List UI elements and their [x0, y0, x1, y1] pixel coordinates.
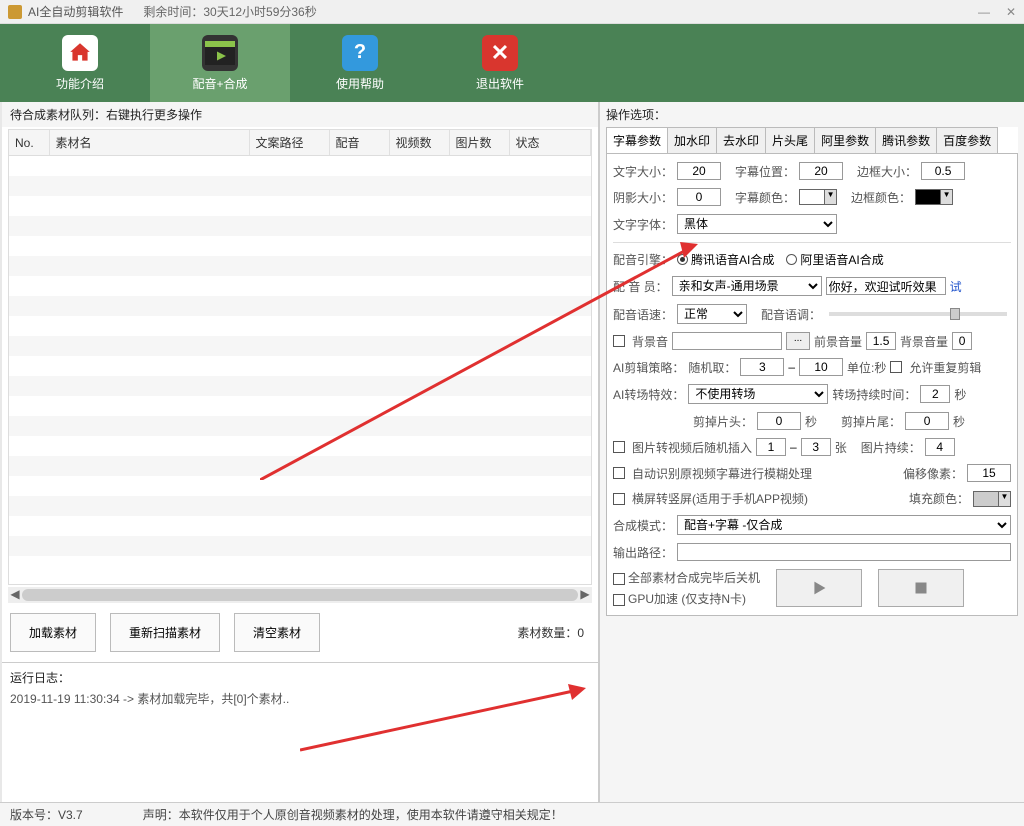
- titlebar: AI全自动剪辑软件 剩余时间：30天12小时59分36秒 — ✕: [0, 0, 1024, 24]
- stop-icon: [910, 577, 932, 599]
- transition-select[interactable]: 不使用转场: [688, 384, 828, 404]
- statusbar: 版本号：V3.7 声明：本软件仅用于个人原创音视频素材的处理，使用本软件请遵守相…: [0, 802, 1024, 826]
- speed-select[interactable]: 正常: [677, 304, 747, 324]
- scroll-left-icon[interactable]: ◀: [8, 587, 22, 603]
- col-status[interactable]: 状态: [509, 130, 591, 156]
- engine-tencent-radio[interactable]: 腾讯语音AI合成: [677, 251, 774, 268]
- right-pane: 操作选项： 字幕参数 加水印 去水印 片头尾 阿里参数 腾讯参数 百度参数 文字…: [600, 102, 1024, 802]
- font-size-input[interactable]: [677, 162, 721, 180]
- scroll-right-icon[interactable]: ▶: [578, 587, 592, 603]
- offset-input[interactable]: [967, 464, 1011, 482]
- shutdown-checkbox[interactable]: [613, 573, 625, 585]
- img-max-input[interactable]: [801, 438, 831, 456]
- toolbar: 功能介绍 配音+合成 ? 使用帮助 ✕ 退出软件: [0, 24, 1024, 102]
- col-path[interactable]: 文案路径: [249, 130, 329, 156]
- shadow-size-input[interactable]: [677, 188, 721, 206]
- img-dur-input[interactable]: [925, 438, 955, 456]
- trim-tail-input[interactable]: [905, 412, 949, 430]
- minimize-icon[interactable]: —: [978, 5, 990, 19]
- tone-slider[interactable]: [829, 312, 1007, 316]
- help-icon: ?: [342, 35, 378, 71]
- engine-ali-radio[interactable]: 阿里语音AI合成: [786, 251, 883, 268]
- voice-select[interactable]: 亲和女声-通用场景: [672, 276, 822, 296]
- col-name[interactable]: 素材名: [49, 130, 249, 156]
- font-select[interactable]: 黑体: [677, 214, 837, 234]
- allow-dup-checkbox[interactable]: [890, 361, 902, 373]
- app-title: AI全自动剪辑软件: [28, 3, 123, 20]
- img-min-input[interactable]: [756, 438, 786, 456]
- version-label: 版本号：V3.7: [10, 806, 83, 823]
- subtitle-panel: 文字大小： 字幕位置： 边框大小： 阴影大小： 字幕颜色： ▼ 边框颜色： ▼ …: [606, 154, 1018, 616]
- tab-subtitle[interactable]: 字幕参数: [606, 127, 668, 153]
- log-line: 2019-11-19 11:30:34 -> 素材加载完毕，共[0]个素材..: [10, 690, 590, 707]
- toolbar-help-button[interactable]: ? 使用帮助: [290, 24, 430, 102]
- play-button[interactable]: [776, 569, 862, 607]
- clear-material-button[interactable]: 清空素材: [234, 613, 320, 652]
- disclaimer-label: 声明：本软件仅用于个人原创音视频素材的处理，使用本软件请遵守相关规定！: [143, 806, 563, 823]
- stop-button[interactable]: [878, 569, 964, 607]
- material-table[interactable]: No. 素材名 文案路径 配音 视频数 图片数 状态: [8, 129, 592, 585]
- bgm-browse-button[interactable]: ...: [786, 332, 810, 350]
- tab-ali[interactable]: 阿里参数: [814, 127, 876, 153]
- rescan-material-button[interactable]: 重新扫描素材: [110, 613, 220, 652]
- exit-icon: ✕: [482, 35, 518, 71]
- app-icon: [8, 5, 22, 19]
- scroll-thumb[interactable]: [22, 589, 578, 601]
- home-icon: [62, 35, 98, 71]
- tab-add-watermark[interactable]: 加水印: [667, 127, 717, 153]
- tab-baidu[interactable]: 百度参数: [936, 127, 998, 153]
- auto-blur-checkbox[interactable]: [613, 467, 625, 479]
- gpu-checkbox[interactable]: [613, 594, 625, 606]
- tab-remove-watermark[interactable]: 去水印: [716, 127, 766, 153]
- bgm-path-input[interactable]: [672, 332, 782, 350]
- load-material-button[interactable]: 加载素材: [10, 613, 96, 652]
- horizontal-scrollbar[interactable]: ◀ ▶: [8, 587, 592, 603]
- toolbar-intro-button[interactable]: 功能介绍: [10, 24, 150, 102]
- ops-title: 操作选项：: [606, 106, 1018, 123]
- col-pcount[interactable]: 图片数: [449, 130, 509, 156]
- subtitle-pos-input[interactable]: [799, 162, 843, 180]
- log-title: 运行日志：: [10, 669, 590, 686]
- material-count-label: 素材数量：0: [517, 624, 590, 641]
- toolbar-exit-button[interactable]: ✕ 退出软件: [430, 24, 570, 102]
- fill-color-picker[interactable]: ▼: [973, 491, 1011, 507]
- subtitle-color-picker[interactable]: ▼: [799, 189, 837, 205]
- rand-max-input[interactable]: [799, 358, 843, 376]
- border-size-input[interactable]: [921, 162, 965, 180]
- bgm-checkbox[interactable]: [613, 335, 625, 347]
- play-icon: [808, 577, 830, 599]
- compose-mode-select[interactable]: 配音+字幕 -仅合成: [677, 515, 1011, 535]
- bg-volume-input[interactable]: [952, 332, 972, 350]
- tabs: 字幕参数 加水印 去水印 片头尾 阿里参数 腾讯参数 百度参数: [606, 127, 1018, 154]
- close-icon[interactable]: ✕: [1006, 5, 1016, 19]
- toolbar-compose-button[interactable]: 配音+合成: [150, 24, 290, 102]
- col-vcount[interactable]: 视频数: [389, 130, 449, 156]
- trim-head-input[interactable]: [757, 412, 801, 430]
- border-color-picker[interactable]: ▼: [915, 189, 953, 205]
- tab-tencent[interactable]: 腾讯参数: [875, 127, 937, 153]
- col-no[interactable]: No.: [9, 130, 49, 156]
- left-pane: 待合成素材队列：右键执行更多操作 No. 素材名 文案路径 配音 视频数 图片数…: [0, 102, 600, 802]
- output-path-input[interactable]: [677, 543, 1011, 561]
- try-voice-link[interactable]: 试: [950, 278, 962, 295]
- voice-sample-input[interactable]: [826, 277, 946, 295]
- fg-volume-input[interactable]: [866, 332, 896, 350]
- log-area: 运行日志： 2019-11-19 11:30:34 -> 素材加载完毕，共[0]…: [2, 662, 598, 802]
- col-dub[interactable]: 配音: [329, 130, 389, 156]
- countdown-label: 剩余时间：30天12小时59分36秒: [143, 3, 316, 20]
- portrait-checkbox[interactable]: [613, 493, 625, 505]
- img-insert-checkbox[interactable]: [613, 441, 625, 453]
- table-body-empty: [9, 156, 591, 576]
- rand-min-input[interactable]: [740, 358, 784, 376]
- queue-label: 待合成素材队列：右键执行更多操作: [2, 102, 598, 127]
- transition-duration-input[interactable]: [920, 385, 950, 403]
- tab-head-tail[interactable]: 片头尾: [765, 127, 815, 153]
- clapperboard-icon: [202, 35, 238, 71]
